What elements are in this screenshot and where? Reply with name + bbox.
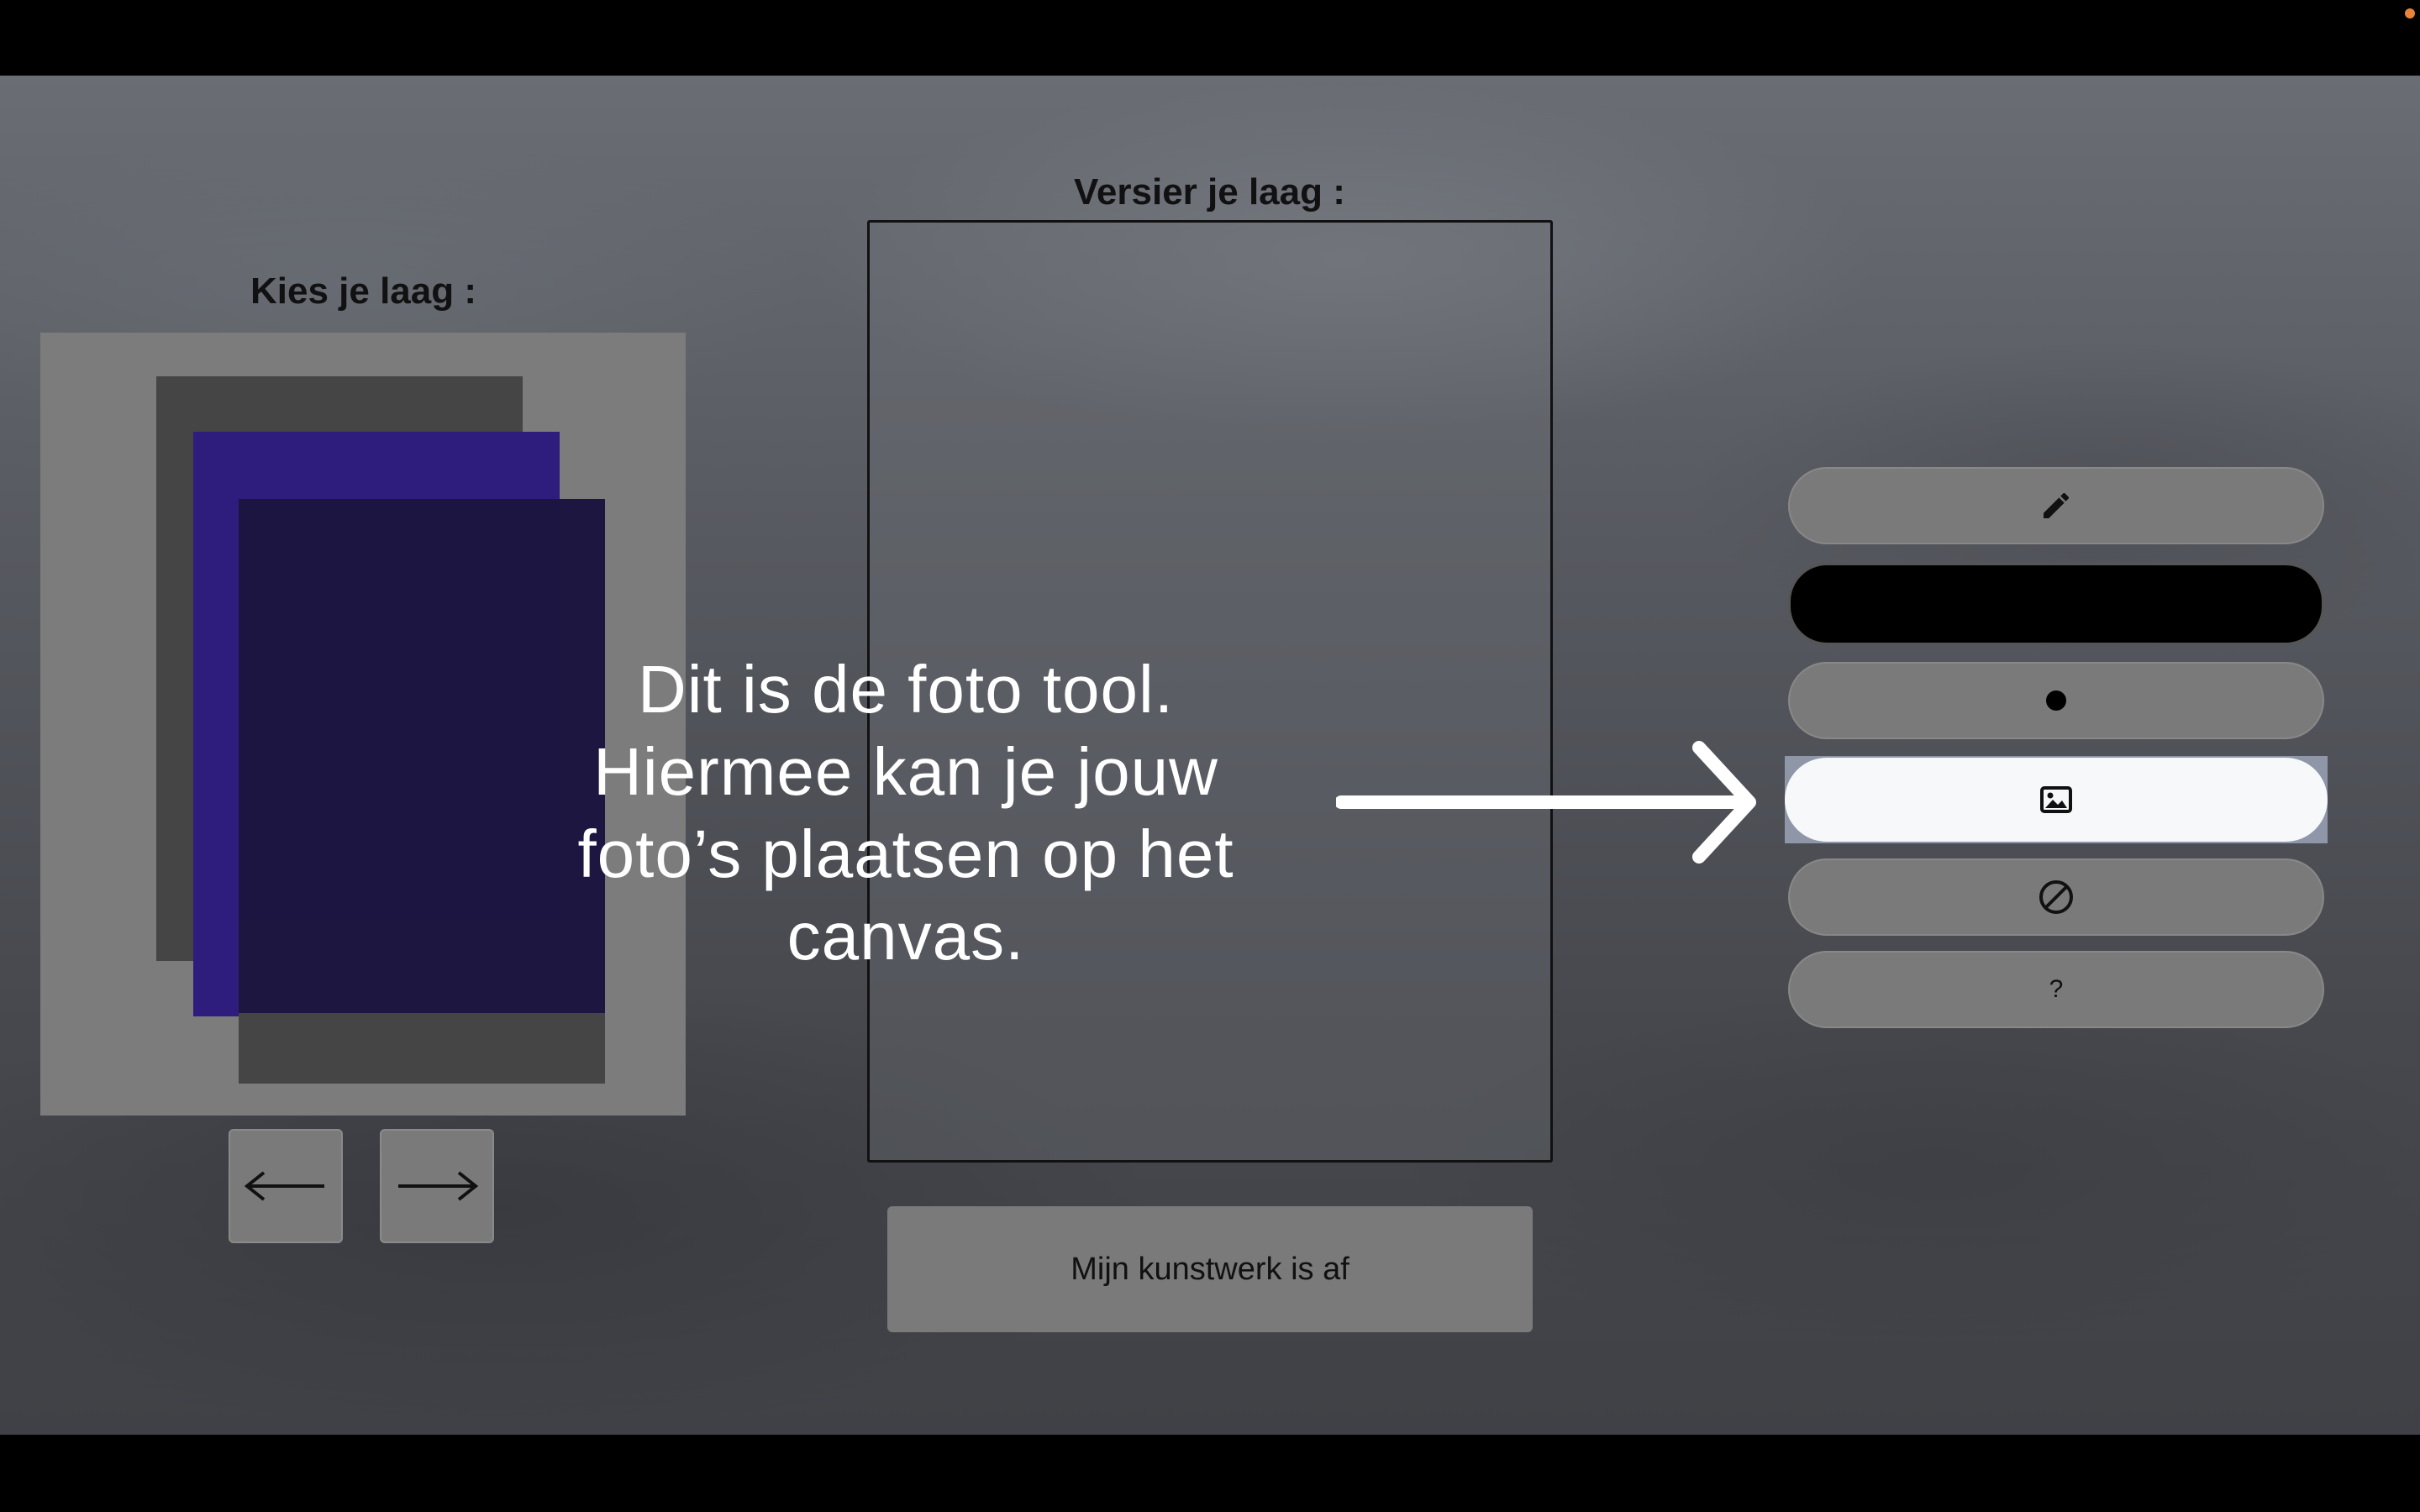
arrow-left-icon bbox=[244, 1171, 324, 1201]
app-stage: Kies je laag : Versier je laag : Mijn ku… bbox=[0, 76, 2420, 1435]
decorate-layer-heading: Versier je laag : bbox=[1074, 171, 1345, 213]
bottom-bar bbox=[0, 1435, 2420, 1512]
help-button-label: ? bbox=[2049, 975, 2064, 1003]
dot-icon bbox=[2046, 690, 2066, 711]
status-dot bbox=[2405, 8, 2415, 18]
done-button[interactable]: Mijn kunstwerk is af bbox=[887, 1206, 1533, 1332]
tutorial-text: Dit is de foto tool. Hiermee kan je jouw… bbox=[504, 648, 1307, 978]
choose-layer-heading: Kies je laag : bbox=[250, 270, 477, 312]
tutorial-arrow bbox=[1336, 741, 1756, 864]
brush-size-button[interactable] bbox=[1788, 662, 2324, 739]
color-picker-button[interactable] bbox=[1788, 563, 2324, 645]
help-button[interactable]: ? bbox=[1788, 951, 2324, 1028]
next-layer-button[interactable] bbox=[380, 1129, 494, 1243]
photo-tool-button[interactable] bbox=[1785, 758, 2328, 842]
tutorial-line: foto’s plaatsen op het bbox=[577, 816, 1234, 891]
tutorial-line: Hiermee kan je jouw bbox=[593, 734, 1218, 809]
top-bar bbox=[0, 0, 2420, 76]
eraser-tool-button[interactable] bbox=[1788, 858, 2324, 936]
image-icon bbox=[2040, 786, 2072, 813]
pencil-icon bbox=[2044, 492, 2070, 518]
previous-layer-button[interactable] bbox=[229, 1129, 343, 1243]
tutorial-line: canvas. bbox=[786, 899, 1025, 974]
done-button-label: Mijn kunstwerk is af bbox=[1071, 1251, 1349, 1287]
arrow-right-icon bbox=[398, 1171, 479, 1201]
no-entry-icon bbox=[2039, 880, 2073, 914]
pencil-tool-button[interactable] bbox=[1788, 467, 2324, 544]
tutorial-line: Dit is de foto tool. bbox=[637, 652, 1175, 727]
